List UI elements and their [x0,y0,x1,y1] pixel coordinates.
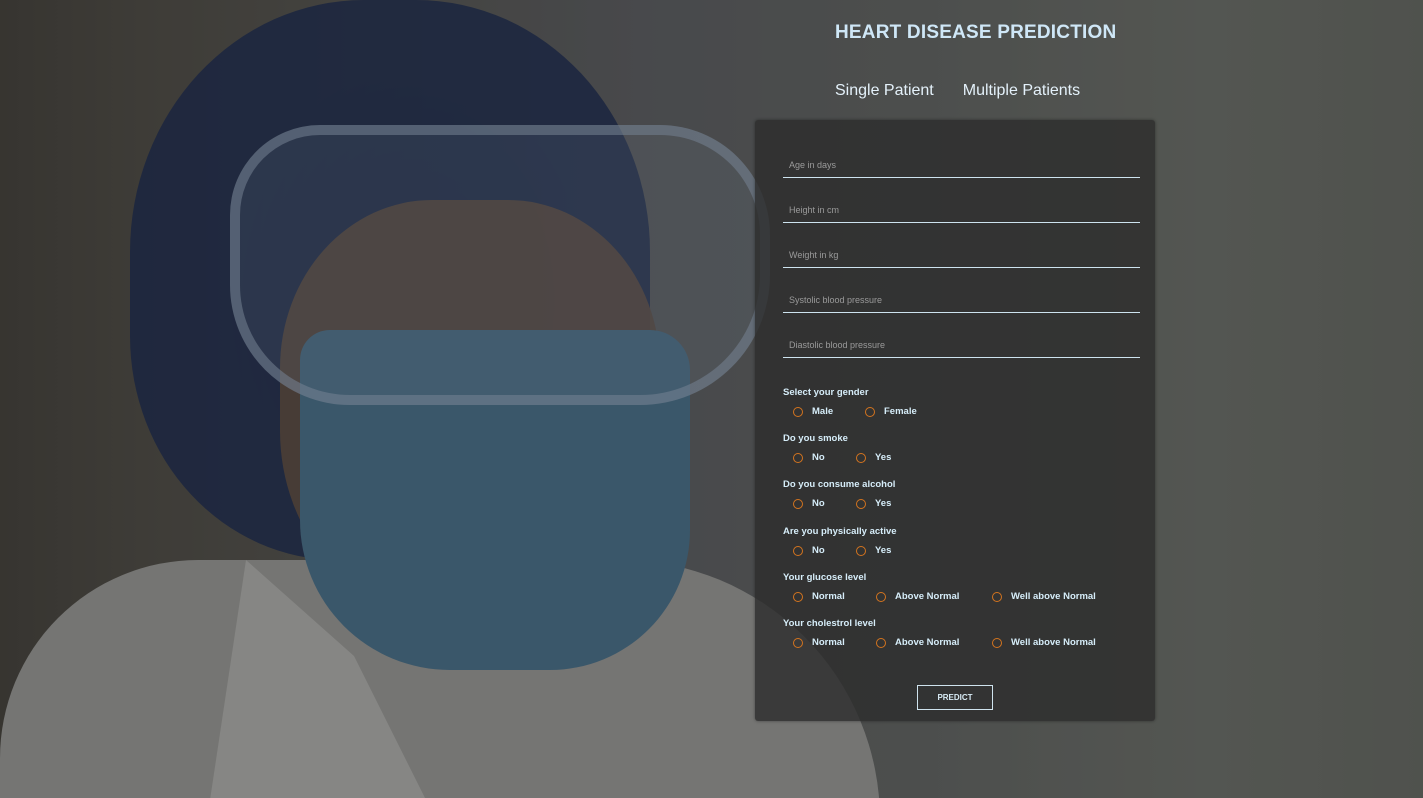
gender-option-female[interactable]: Female [865,406,917,417]
tab-bar: Single Patient Multiple Patients [835,82,1080,100]
radio-icon[interactable] [793,406,803,417]
cholesterol-option-above-normal[interactable]: Above Normal [876,637,959,648]
option-label: No [812,452,825,463]
background-overlay [0,0,1423,798]
option-label: Female [884,406,917,417]
page-title: HEART DISEASE PREDICTION [835,22,1117,43]
radio-icon[interactable] [992,637,1002,648]
smoke-label: Do you smoke [783,433,848,444]
cholesterol-option-normal[interactable]: Normal [793,637,845,648]
gender-option-male[interactable]: Male [793,406,833,417]
option-label: Yes [875,545,892,556]
option-label: Male [812,406,834,417]
radio-icon[interactable] [856,452,866,463]
tab-multiple-patients[interactable]: Multiple Patients [963,82,1080,100]
height-input[interactable] [783,197,1140,223]
glucose-option-above-normal[interactable]: Above Normal [876,591,959,602]
age-input[interactable] [783,152,1140,178]
radio-icon[interactable] [793,591,803,602]
radio-icon[interactable] [793,545,803,556]
option-label: Yes [875,452,892,463]
smoke-option-no[interactable]: No [793,452,825,463]
radio-icon[interactable] [865,406,875,417]
tab-single-patient[interactable]: Single Patient [835,82,934,100]
option-label: No [812,545,825,556]
glucose-option-well-above-normal[interactable]: Well above Normal [992,591,1096,602]
option-label: Above Normal [895,637,960,648]
radio-icon[interactable] [793,452,803,463]
alcohol-option-yes[interactable]: Yes [856,498,891,509]
cholesterol-label: Your cholestrol level [783,618,876,629]
radio-icon[interactable] [876,637,886,648]
active-option-yes[interactable]: Yes [856,545,891,556]
background-image [0,0,1423,798]
diastolic-input[interactable] [783,332,1140,358]
systolic-input[interactable] [783,287,1140,313]
option-label: Normal [812,637,845,648]
gender-label: Select your gender [783,387,869,398]
radio-icon[interactable] [992,591,1002,602]
radio-icon[interactable] [793,637,803,648]
radio-icon[interactable] [876,591,886,602]
radio-icon[interactable] [856,498,866,509]
alcohol-option-no[interactable]: No [793,498,825,509]
glucose-option-normal[interactable]: Normal [793,591,845,602]
option-label: Above Normal [895,591,960,602]
glucose-label: Your glucose level [783,572,867,583]
prediction-form: Select your gender Male Female Do you sm… [755,120,1155,721]
option-label: No [812,498,825,509]
active-label: Are you physically active [783,526,897,537]
option-label: Well above Normal [1011,637,1096,648]
predict-button[interactable]: PREDICT [917,685,993,710]
alcohol-label: Do you consume alcohol [783,479,896,490]
option-label: Well above Normal [1011,591,1096,602]
option-label: Normal [812,591,845,602]
cholesterol-option-well-above-normal[interactable]: Well above Normal [992,637,1096,648]
active-option-no[interactable]: No [793,545,825,556]
radio-icon[interactable] [793,498,803,509]
smoke-option-yes[interactable]: Yes [856,452,891,463]
weight-input[interactable] [783,242,1140,268]
radio-icon[interactable] [856,545,866,556]
option-label: Yes [875,498,892,509]
